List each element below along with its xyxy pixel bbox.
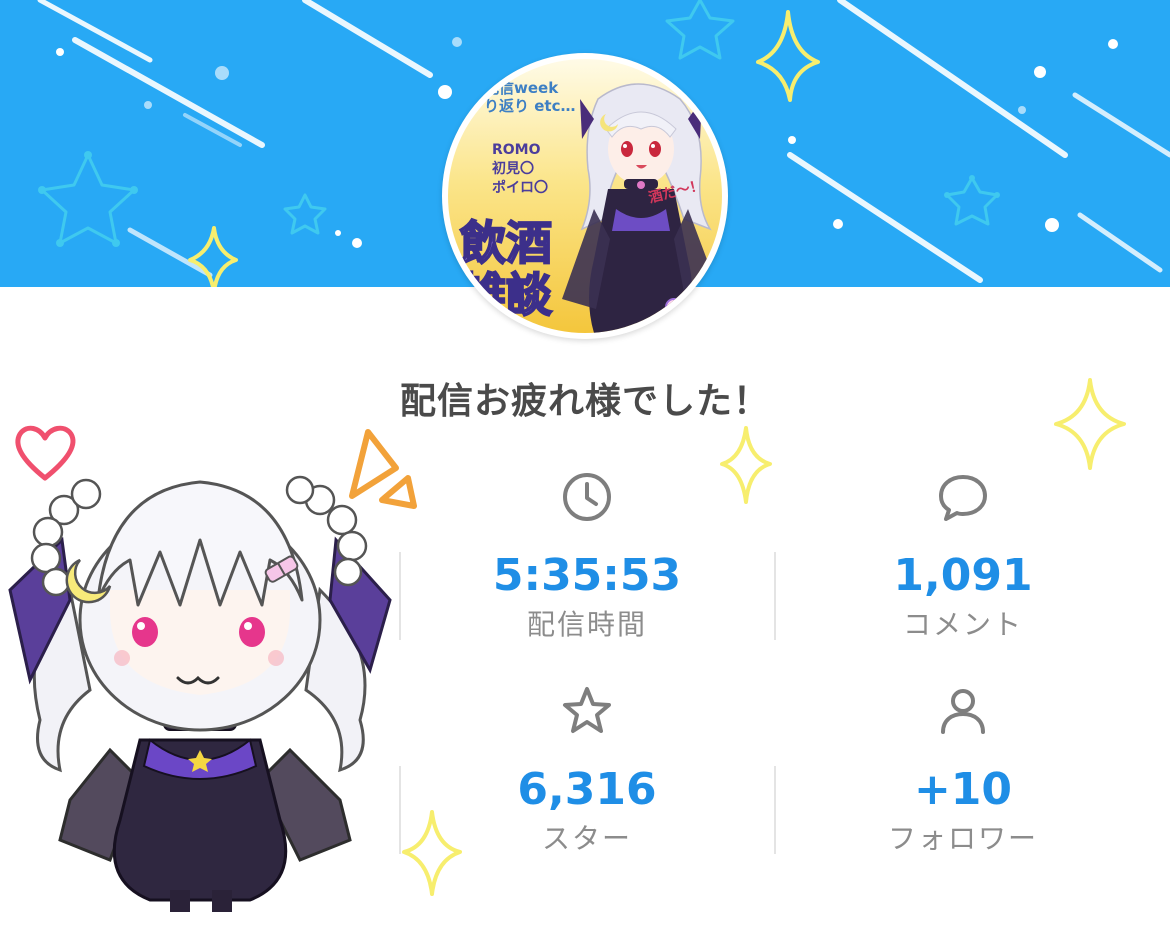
stars-value: 6,316 <box>517 764 657 815</box>
followers-value: +10 <box>913 764 1013 815</box>
comment-icon <box>939 475 987 521</box>
thumbnail-top-text: 配信week り返り etc… <box>484 79 576 115</box>
clock-icon <box>563 473 611 521</box>
comments-label: コメント <box>902 608 1023 641</box>
comments-value: 1,091 <box>893 550 1033 601</box>
stream-thumbnail: 配信week り返り etc… ROMO 初見〇 ポイロ〇 飲酒 雑談 酒だ〜！ <box>442 53 728 339</box>
stream-time-value: 5:35:53 <box>492 550 682 601</box>
followers-label: フォロワー <box>887 822 1038 855</box>
thumbnail-image: 配信week り返り etc… ROMO 初見〇 ポイロ〇 飲酒 雑談 酒だ〜！ <box>448 59 722 333</box>
stream-time-label: 配信時間 <box>526 608 647 641</box>
person-icon <box>941 689 985 734</box>
stat-stream-time: 5:35:53 配信時間 <box>400 470 774 650</box>
star-icon <box>563 687 611 733</box>
stat-comments: 1,091 コメント <box>776 470 1150 650</box>
thumbnail-big-text: 飲酒 雑談 <box>459 216 553 322</box>
stat-stars: 6,316 スター <box>400 684 774 864</box>
stars-label: スター <box>541 822 632 855</box>
stat-followers: +10 フォロワー <box>776 684 1150 864</box>
mascot-character <box>8 475 392 912</box>
thumbnail-mid-text: ROMO 初見〇 ポイロ〇 <box>492 142 548 196</box>
headline: 配信お疲れ様でした！ <box>399 381 770 422</box>
